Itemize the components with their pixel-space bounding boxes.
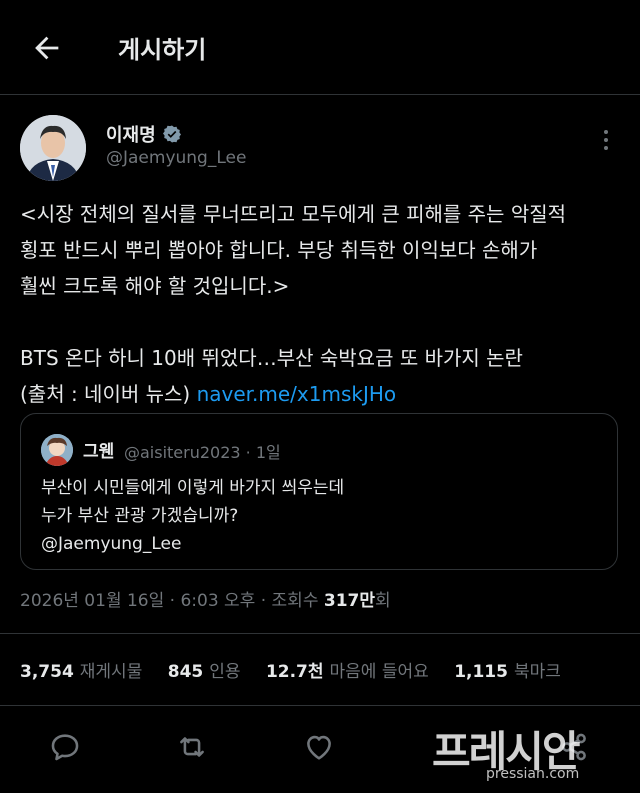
- reposts-label: 재게시물: [79, 662, 143, 682]
- author-avatar[interactable]: [20, 115, 86, 181]
- view-suffix: 회: [375, 591, 391, 611]
- quotes-label: 인용: [209, 662, 241, 682]
- arrow-left-icon[interactable]: [30, 31, 64, 65]
- divider: [0, 633, 640, 634]
- quote-mention[interactable]: @Jaemyung_Lee: [41, 530, 344, 558]
- quote-line: 누가 부산 관광 가겠습니까?: [41, 506, 239, 526]
- engagement-stats: 3,754 재게시물 845 인용 12.7천 마음에 들어요 1,115 북마크: [20, 657, 561, 682]
- likes-count: 12.7천: [265, 662, 324, 682]
- top-bar: 게시하기: [0, 0, 640, 95]
- quote-author-name[interactable]: 그웬: [83, 437, 114, 462]
- repost-icon[interactable]: [175, 730, 209, 764]
- author-handle[interactable]: @Jaemyung_Lee: [106, 148, 246, 168]
- author-name[interactable]: 이재명: [106, 121, 156, 147]
- page-title: 게시하기: [118, 36, 207, 64]
- quote-avatar[interactable]: [41, 434, 73, 466]
- post-timestamp: 2026년 01월 16일 · 6:03 오후 · 조회수 317만회: [20, 586, 391, 611]
- post-line: 횡포 반드시 뿌리 뽑아야 합니다. 부당 취득한 이익보다 손해가: [20, 238, 538, 262]
- bookmarks-label: 북마크: [513, 662, 561, 682]
- post-headline: BTS 온다 하니 10배 뛰었다…부산 숙박요금 또 바가지 논란: [20, 346, 523, 370]
- post-source: (출처 : 네이버 뉴스) naver.me/x1mskJHo: [20, 376, 625, 412]
- timestamp-text: 2026년 01월 16일 · 6:03 오후 · 조회수: [20, 591, 324, 611]
- reposts-stat[interactable]: 3,754 재게시물: [20, 662, 142, 682]
- quote-meta: @aisiteru2023 · 1일: [124, 443, 281, 462]
- reply-icon[interactable]: [48, 730, 82, 764]
- likes-label: 마음에 들어요: [329, 662, 429, 682]
- heart-icon[interactable]: [302, 730, 336, 764]
- watermark-domain: pressian.com: [486, 766, 580, 782]
- verified-badge-icon: [163, 125, 181, 143]
- source-prefix: (출처 : 네이버 뉴스): [20, 382, 197, 406]
- post-line: <시장 전체의 질서를 무너뜨리고 모두에게 큰 피해를 주는 악질적: [20, 202, 567, 226]
- quote-line: 부산이 시민들에게 이렇게 바가지 씌우는데: [41, 478, 345, 498]
- view-count: 317만: [323, 591, 376, 611]
- reposts-count: 3,754: [20, 662, 74, 682]
- quote-text: 부산이 시민들에게 이렇게 바가지 씌우는데 누가 부산 관광 가겠습니까? @…: [41, 474, 344, 558]
- post-link[interactable]: naver.me/x1mskJHo: [197, 382, 397, 406]
- bookmarks-stat[interactable]: 1,115 북마크: [454, 662, 561, 682]
- quotes-stat[interactable]: 845 인용: [168, 662, 241, 682]
- quoted-post[interactable]: 그웬 @aisiteru2023 · 1일 부산이 시민들에게 이렇게 바가지 …: [20, 413, 618, 570]
- divider: [0, 705, 640, 706]
- bookmarks-count: 1,115: [454, 662, 508, 682]
- quotes-count: 845: [167, 662, 204, 682]
- more-vertical-icon[interactable]: [596, 126, 616, 154]
- post-line: 훨씬 크도록 해야 할 것입니다.>: [20, 274, 290, 298]
- likes-stat[interactable]: 12.7천 마음에 들어요: [266, 662, 429, 682]
- post-text: <시장 전체의 질서를 무너뜨리고 모두에게 큰 피해를 주는 악질적 횡포 반…: [20, 196, 625, 412]
